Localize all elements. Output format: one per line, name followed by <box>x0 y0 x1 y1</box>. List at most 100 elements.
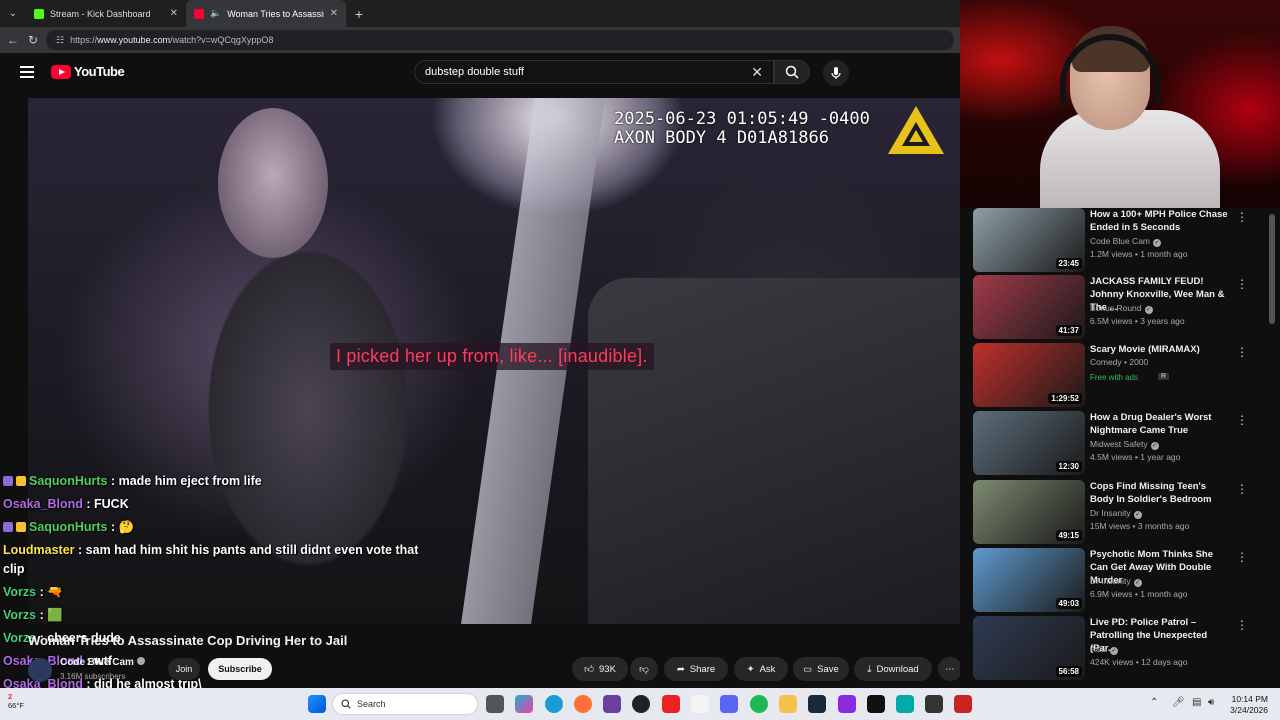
clear-search-icon[interactable]: ✕ <box>751 64 763 81</box>
youtube-play-icon <box>51 64 71 79</box>
tab-close-icon[interactable]: ✕ <box>170 8 178 19</box>
app-icon[interactable] <box>867 695 885 713</box>
back-arrow-icon[interactable]: ← <box>6 33 20 47</box>
tray-mic-icon[interactable]: 🎤︎ <box>1172 697 1185 708</box>
chat-username[interactable]: Vorzs <box>3 608 36 622</box>
tab-search-dropdown[interactable]: ⌄ <box>0 0 26 27</box>
folder-icon[interactable] <box>779 695 797 713</box>
recommended-title[interactable]: How a 100+ MPH Police Chase Ended in 5 S… <box>1090 208 1232 234</box>
share-button[interactable]: ➦ Share <box>664 657 728 681</box>
recommended-video[interactable]: 23:45 How a 100+ MPH Police Chase Ended i… <box>973 208 1273 272</box>
like-button[interactable]: 👍︎ 93K <box>572 657 628 681</box>
recommended-channel[interactable]: Bonus Round ✓ <box>1090 303 1153 314</box>
reload-icon[interactable]: ↻ <box>26 33 40 47</box>
sidebar-scrollbar[interactable] <box>1268 208 1276 688</box>
spotify-icon[interactable] <box>750 695 768 713</box>
video-thumbnail[interactable]: 49:15 <box>973 480 1085 544</box>
windows-start-icon[interactable] <box>308 695 326 713</box>
url-field[interactable]: ☷ https://www.youtube.com/watch?v=wQCqgX… <box>46 30 954 50</box>
youtube-logo[interactable]: YouTube <box>51 64 125 79</box>
tab-label: Woman Tries to Assassinate C <box>227 8 324 19</box>
tab-kick-dashboard[interactable]: Stream - Kick Dashboard ✕ <box>26 0 186 27</box>
recommended-video[interactable]: 49:15 Cops Find Missing Teen's Body In So… <box>973 480 1273 544</box>
new-tab-button[interactable]: + <box>346 0 372 27</box>
chat-username[interactable]: Osaka_Blond <box>3 497 83 511</box>
more-options-icon[interactable]: ⋮ <box>1236 482 1248 496</box>
recommended-title[interactable]: How a Drug Dealer's Worst Nightmare Came… <box>1090 411 1232 437</box>
more-options-icon[interactable]: ⋮ <box>1236 413 1248 427</box>
chat-username[interactable]: SaquonHurts <box>29 520 107 534</box>
subscriber-count: 3.16M subscribers <box>60 672 126 681</box>
chat-username[interactable]: Loudmaster <box>3 543 75 557</box>
video-thumbnail[interactable]: 56:58 <box>973 616 1085 680</box>
video-thumbnail[interactable]: 41:37 <box>973 275 1085 339</box>
chat-username[interactable]: Vorzs <box>3 585 36 599</box>
steam-icon[interactable] <box>808 695 826 713</box>
speaker-icon[interactable]: 🔈 <box>210 8 221 19</box>
url-text: https://www.youtube.com/watch?v=wQCqgXyp… <box>70 35 274 45</box>
video-thumbnail[interactable]: 23:45 <box>973 208 1085 272</box>
recommended-title[interactable]: Scary Movie (MIRAMAX) <box>1090 343 1232 356</box>
more-options-icon[interactable]: ⋮ <box>1236 345 1248 359</box>
firefox-icon[interactable] <box>574 695 592 713</box>
taskbar-search[interactable]: Search <box>332 693 478 715</box>
chat-username[interactable]: SaquonHurts <box>29 474 107 488</box>
video-subject-face <box>218 108 328 258</box>
app-icon[interactable] <box>838 695 856 713</box>
more-options-icon[interactable]: ⋮ <box>1236 277 1248 291</box>
video-thumbnail[interactable]: 12:30 <box>973 411 1085 475</box>
subscribe-button[interactable]: Subscribe <box>208 658 272 680</box>
edge-icon[interactable] <box>545 695 563 713</box>
app-icon[interactable] <box>662 695 680 713</box>
weather-widget[interactable]: 2 66°F <box>8 692 24 710</box>
valorant-icon[interactable] <box>954 695 972 713</box>
recommended-video[interactable]: 12:30 How a Drug Dealer's Worst Nightmare… <box>973 411 1273 475</box>
recommended-video[interactable]: 41:37 JACKASS FAMILY FEUD! Johnny Knoxvil… <box>973 275 1273 339</box>
bodycam-timestamp: 2025-06-23 01:05:49 -0400 AXON BODY 4 D0… <box>614 109 870 148</box>
discord-icon[interactable] <box>720 695 738 713</box>
video-thumbnail[interactable]: 49:03 <box>973 548 1085 612</box>
save-button[interactable]: ▭ Save <box>793 657 849 681</box>
recommended-channel[interactable]: Comedy • 2000 <box>1090 357 1148 367</box>
more-options-icon[interactable]: ⋮ <box>1236 618 1248 632</box>
dislike-button[interactable]: 👎︎ <box>630 657 658 681</box>
app-icon[interactable] <box>896 695 914 713</box>
task-view-icon[interactable] <box>486 695 504 713</box>
recommended-video[interactable]: 1:29:52 Scary Movie (MIRAMAX) Comedy • 200… <box>973 343 1273 407</box>
channel-avatar[interactable] <box>28 658 52 682</box>
voice-search-button[interactable] <box>823 60 849 86</box>
search-input[interactable]: dubstep double stuff ✕ <box>414 60 774 84</box>
video-thumbnail[interactable]: 1:29:52 <box>973 343 1085 407</box>
clock[interactable]: 10:14 PM 3/24/2026 <box>1208 694 1268 716</box>
more-options-icon[interactable]: ⋮ <box>1236 210 1248 224</box>
ask-button[interactable]: ✦ Ask <box>734 657 788 681</box>
app-icon[interactable] <box>603 695 621 713</box>
itunes-icon[interactable] <box>691 695 709 713</box>
recommended-channel[interactable]: Code Blue Cam ✓ <box>1090 236 1162 247</box>
download-button[interactable]: ⤓ Download <box>854 657 932 681</box>
recommended-channel[interactable]: Midwest Safety ✓ <box>1090 439 1159 450</box>
tab-youtube-video[interactable]: 🔈 Woman Tries to Assassinate C ✕ <box>186 0 346 27</box>
tab-close-icon[interactable]: ✕ <box>330 8 338 19</box>
channel-name[interactable]: Code Blue Cam <box>60 657 145 668</box>
search-button[interactable] <box>774 60 810 84</box>
recommended-video[interactable]: 56:58 Live PD: Police Patrol – Patrolling… <box>973 616 1273 680</box>
tray-network-icon[interactable]: ▤ <box>1192 697 1201 708</box>
recommended-title[interactable]: Cops Find Missing Teen's Body In Soldier… <box>1090 480 1232 506</box>
tray-chevron-icon[interactable]: ⌃ <box>1150 697 1158 708</box>
microphone-icon <box>831 67 841 79</box>
scrollbar-thumb[interactable] <box>1269 214 1275 324</box>
more-actions-button[interactable]: ⋯ <box>938 657 962 681</box>
windows-taskbar: 2 66°F Search ⌃ 🎤︎ ▤ 🔊︎ 10:14 PM 3/24/20… <box>0 688 1280 720</box>
obs-icon[interactable] <box>632 695 650 713</box>
more-options-icon[interactable]: ⋮ <box>1236 550 1248 564</box>
recommended-channel[interactable]: Dr Insanity ✓ <box>1090 508 1142 519</box>
menu-icon[interactable] <box>20 66 34 78</box>
fx-icon[interactable] <box>925 695 943 713</box>
join-button[interactable]: Join <box>168 658 200 680</box>
site-info-icon[interactable]: ☷ <box>56 35 64 46</box>
recommended-channel[interactable]: Dr Insanity ✓ <box>1090 576 1142 587</box>
recommended-video[interactable]: 49:03 Psychotic Mom Thinks She Can Get Aw… <box>973 548 1273 612</box>
recommended-channel[interactable]: A&E ✓ <box>1090 644 1119 655</box>
app-icon[interactable] <box>515 695 533 713</box>
